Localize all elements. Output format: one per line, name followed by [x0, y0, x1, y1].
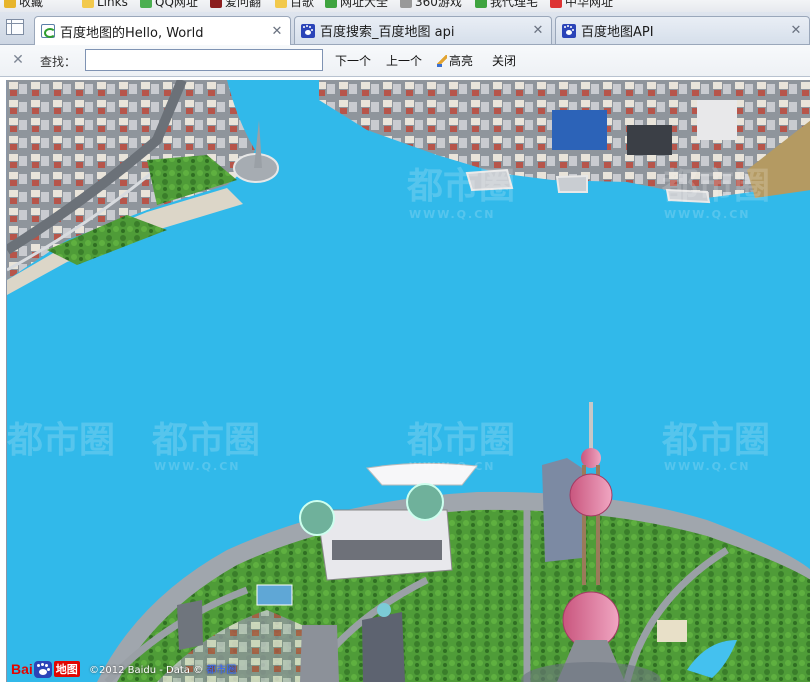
tab-strip: 百度地图的Hello, World ✕ 百度搜索_百度地图 api ✕ 百度地图…	[0, 12, 810, 45]
favorite-item-translate[interactable]: 爱问翻	[210, 0, 261, 10]
watermark-text: 都市圈	[406, 166, 515, 207]
tab-baidu-search[interactable]: 百度搜索_百度地图 api ✕	[294, 16, 552, 44]
watermark-text: 都市圈	[661, 420, 770, 461]
folder-icon	[82, 0, 94, 8]
page-icon	[41, 24, 56, 38]
copyright-text: ©2012 Baidu - Data ©	[89, 665, 204, 676]
find-close-button[interactable]: 关闭	[492, 52, 516, 69]
building	[362, 612, 405, 682]
watermark-text: 都市圈	[661, 166, 770, 207]
logo-map-text: 地图	[53, 661, 80, 677]
find-bar: ✕ 查找： 下一个 上一个 高亮 关闭	[0, 45, 810, 77]
watermark-text: 都市圈	[406, 420, 515, 461]
tab-hello-world[interactable]: 百度地图的Hello, World ✕	[34, 16, 291, 45]
watermark-text: 都市圈	[7, 420, 115, 461]
translate-icon	[210, 0, 222, 8]
watermark-subtext: WWW.Q.CN	[154, 460, 241, 473]
copyright-link[interactable]: 都市圈	[206, 665, 236, 676]
building	[300, 625, 339, 682]
star-icon	[4, 0, 16, 8]
game-icon	[400, 0, 412, 8]
baidu-map[interactable]: 都市圈 WWW.Q.CN 都市圈 WWW.Q.CN 都市圈 WWW.Q.CN 都…	[6, 80, 810, 682]
favorite-item-baige[interactable]: 百歌	[275, 0, 314, 10]
watermark-subtext: WWW.Q.CN	[664, 208, 751, 221]
globe-icon	[325, 0, 337, 8]
baidu-paw-icon	[562, 23, 576, 38]
baidu-paw-icon	[33, 660, 52, 678]
tab-title: 百度地图的Hello, World	[60, 25, 204, 41]
baidu-paw-icon	[301, 23, 315, 38]
map-copyright: ©2012 Baidu - Data © 都市圈	[89, 661, 236, 676]
close-icon[interactable]: ✕	[788, 23, 804, 38]
find-input[interactable]	[85, 49, 323, 71]
close-icon[interactable]: ✕	[269, 24, 285, 39]
tab-title: 百度地图API	[581, 25, 654, 40]
highlighter-icon	[437, 55, 447, 67]
tab-baidu-map-api[interactable]: 百度地图API ✕	[555, 16, 810, 44]
globe-icon	[550, 0, 562, 8]
tab-title: 百度搜索_百度地图 api	[320, 25, 455, 40]
favorite-item-links[interactable]: Links	[82, 0, 128, 10]
close-find-bar-icon[interactable]: ✕	[10, 52, 26, 68]
folder-icon	[275, 0, 287, 8]
sidebar-toggle-icon[interactable]	[6, 19, 24, 35]
highlight-button[interactable]: 高亮	[437, 52, 473, 69]
find-next-button[interactable]: 下一个	[335, 52, 371, 69]
close-icon[interactable]: ✕	[530, 23, 546, 38]
favorite-item-favorites[interactable]: 收藏	[4, 0, 43, 10]
favorite-item-qq[interactable]: QQ网址	[140, 0, 198, 10]
qq-icon	[140, 0, 152, 8]
logo-text: Bai	[11, 661, 33, 677]
favorite-item-china-sites[interactable]: 中华网址	[550, 0, 613, 10]
find-previous-button[interactable]: 上一个	[386, 52, 422, 69]
favorite-item-360-games[interactable]: 360游戏	[400, 0, 462, 10]
watermark-subtext: WWW.Q.CN	[664, 460, 751, 473]
favorite-item-site-directory[interactable]: 网址大全	[325, 0, 388, 10]
watermark-text: 都市圈	[151, 420, 260, 461]
globe-icon	[475, 0, 487, 8]
watermark-subtext: WWW.Q.CN	[409, 208, 496, 221]
map-tiles: 都市圈 WWW.Q.CN 都市圈 WWW.Q.CN 都市圈 WWW.Q.CN 都…	[7, 80, 810, 682]
watermark-subtext: WWW.Q.CN	[409, 460, 496, 473]
baidu-map-logo[interactable]: Bai 地图	[11, 660, 80, 678]
find-label: 查找：	[40, 55, 77, 69]
favorite-item-proxy[interactable]: 我代理宅	[475, 0, 538, 10]
